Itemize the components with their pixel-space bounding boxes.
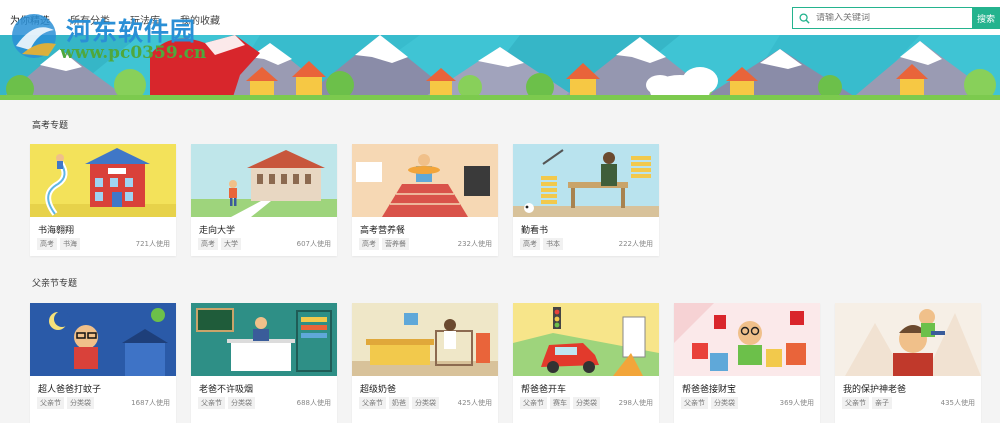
card-tag[interactable]: 奶爸 xyxy=(389,397,409,409)
card-tag[interactable]: 书本 xyxy=(543,238,563,250)
card-meta: 高考 大学 607人使用 xyxy=(191,237,337,250)
card-title: 我的保护神老爸 xyxy=(843,385,907,395)
thumbnail-night-scene xyxy=(30,303,176,376)
usage-count: 425人使用 xyxy=(457,399,492,407)
card-tag[interactable]: 父亲节 xyxy=(520,397,547,409)
search-box xyxy=(792,7,972,29)
card-title: 帮爸爸接财宝 xyxy=(682,385,737,395)
card-tag[interactable]: 分类袋 xyxy=(711,397,738,409)
usage-count: 688人使用 xyxy=(296,399,331,407)
template-card[interactable]: 老爸不许吸烟 父亲节 分类袋 688人使用 xyxy=(191,303,337,423)
template-card[interactable]: 超级奶爸 父亲节 奶爸 分类袋 425人使用 xyxy=(352,303,498,423)
card-tag[interactable]: 高考 xyxy=(520,238,540,250)
template-card[interactable]: 高考营养餐 高考 营养餐 232人使用 xyxy=(352,144,498,256)
card-title: 超级奶爸 xyxy=(360,385,397,395)
card-tag[interactable]: 父亲节 xyxy=(198,397,225,409)
section-title-fathers-day: 父亲节专题 xyxy=(32,279,78,289)
card-tag[interactable]: 父亲节 xyxy=(37,397,64,409)
card-tag[interactable]: 分类袋 xyxy=(67,397,94,409)
thumbnail-gift-scene xyxy=(674,303,820,376)
usage-count: 298人使用 xyxy=(618,399,653,407)
thumbnail-university-scene xyxy=(191,144,337,217)
template-card[interactable]: 勤看书 高考 书本 222人使用 xyxy=(513,144,659,256)
template-card[interactable]: 帮爸爸接财宝 父亲节 分类袋 369人使用 xyxy=(674,303,820,423)
card-tag[interactable]: 父亲节 xyxy=(681,397,708,409)
card-row-gaokao: 书海翱翔 高考 书海 721人使用 走向大学 高考 大学 607人使用 高考营养… xyxy=(30,144,659,256)
card-tag[interactable]: 高考 xyxy=(37,238,57,250)
search-icon xyxy=(799,12,810,24)
card-tag[interactable]: 高考 xyxy=(198,238,218,250)
usage-count: 721人使用 xyxy=(135,240,170,248)
search-bar: 搜索 xyxy=(792,7,1000,29)
template-card[interactable]: 走向大学 高考 大学 607人使用 xyxy=(191,144,337,256)
card-tag[interactable]: 亲子 xyxy=(872,397,892,409)
thumbnail-study-scene xyxy=(513,144,659,217)
card-meta: 父亲节 亲子 435人使用 xyxy=(835,396,981,409)
card-tag[interactable]: 营养餐 xyxy=(382,238,409,250)
usage-count: 369人使用 xyxy=(779,399,814,407)
watermark-url: www.pc0359.cn xyxy=(60,43,207,63)
card-title: 书海翱翔 xyxy=(38,226,75,236)
template-card[interactable]: 超人爸爸打蚊子 父亲节 分类袋 1687人使用 xyxy=(30,303,176,423)
thumbnail-meal-scene xyxy=(352,144,498,217)
card-tag[interactable]: 大学 xyxy=(221,238,241,250)
card-tag[interactable]: 分类袋 xyxy=(412,397,439,409)
search-button[interactable]: 搜索 xyxy=(972,7,1000,29)
card-tag[interactable]: 赛车 xyxy=(550,397,570,409)
usage-count: 222人使用 xyxy=(618,240,653,248)
usage-count: 435人使用 xyxy=(940,399,975,407)
template-card[interactable]: 我的保护神老爸 父亲节 亲子 435人使用 xyxy=(835,303,981,423)
thumbnail-car-scene xyxy=(513,303,659,376)
card-tag[interactable]: 父亲节 xyxy=(842,397,869,409)
card-title: 高考营养餐 xyxy=(360,226,406,236)
thumbnail-shoulder-scene xyxy=(835,303,981,376)
thumbnail-library-scene xyxy=(30,144,176,217)
card-meta: 父亲节 奶爸 分类袋 425人使用 xyxy=(352,396,498,409)
card-meta: 高考 营养餐 232人使用 xyxy=(352,237,498,250)
search-input[interactable] xyxy=(816,13,956,23)
card-title: 勤看书 xyxy=(521,226,549,236)
card-title: 超人爸爸打蚊子 xyxy=(38,385,102,395)
card-meta: 父亲节 分类袋 688人使用 xyxy=(191,396,337,409)
watermark-logo: 河东软件园 www.pc0359.cn xyxy=(8,10,238,66)
template-card[interactable]: 帮爸爸开车 父亲节 赛车 分类袋 298人使用 xyxy=(513,303,659,423)
template-card[interactable]: 书海翱翔 高考 书海 721人使用 xyxy=(30,144,176,256)
logo-icon xyxy=(12,14,56,58)
card-tag[interactable]: 书海 xyxy=(60,238,80,250)
usage-count: 607人使用 xyxy=(296,240,331,248)
card-row-fathers-day: 超人爸爸打蚊子 父亲节 分类袋 1687人使用 老爸不许吸烟 父亲节 分类袋 688… xyxy=(30,303,981,423)
section-title-gaokao: 高考专题 xyxy=(32,121,69,131)
card-title: 帮爸爸开车 xyxy=(521,385,567,395)
usage-count: 232人使用 xyxy=(457,240,492,248)
card-meta: 父亲节 赛车 分类袋 298人使用 xyxy=(513,396,659,409)
card-meta: 高考 书海 721人使用 xyxy=(30,237,176,250)
card-tag[interactable]: 分类袋 xyxy=(228,397,255,409)
usage-count: 1687人使用 xyxy=(131,399,170,407)
card-tag[interactable]: 父亲节 xyxy=(359,397,386,409)
thumbnail-office-scene xyxy=(191,303,337,376)
card-tag[interactable]: 分类袋 xyxy=(573,397,600,409)
card-title: 老爸不许吸烟 xyxy=(199,385,254,395)
card-meta: 父亲节 分类袋 369人使用 xyxy=(674,396,820,409)
card-meta: 高考 书本 222人使用 xyxy=(513,237,659,250)
card-tag[interactable]: 高考 xyxy=(359,238,379,250)
thumbnail-room-scene xyxy=(352,303,498,376)
card-meta: 父亲节 分类袋 1687人使用 xyxy=(30,396,176,409)
card-title: 走向大学 xyxy=(199,226,236,236)
